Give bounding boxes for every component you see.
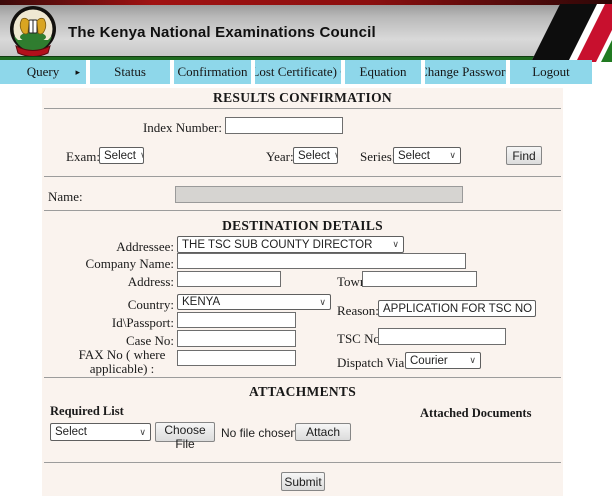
required-list-select-value: Select [55, 426, 87, 438]
case-no-input[interactable] [177, 330, 296, 347]
dispatch-via-select-value: Courier [410, 354, 448, 367]
series-select-value: Select [398, 149, 430, 162]
submenu-arrow-icon: ▸ [75, 67, 80, 77]
no-file-chosen-text: No file chosen [221, 426, 298, 440]
nav-confirmation-label: Confirmation [177, 64, 248, 79]
required-list-select[interactable]: Select ∨ [50, 423, 151, 441]
id-passport-label: Id\Passport: [111, 315, 174, 330]
divider [44, 176, 561, 177]
fax-no-input[interactable] [177, 350, 296, 366]
chevron-down-icon: ∨ [334, 150, 337, 161]
dispatch-via-label: Dispatch Via : [337, 355, 412, 370]
nav-change-password[interactable]: Change Password [425, 60, 506, 84]
nav-logout[interactable]: Logout [510, 60, 592, 84]
chevron-down-icon: ∨ [319, 296, 326, 307]
nav-status[interactable]: Status [90, 60, 170, 84]
addressee-select-value: THE TSC SUB COUNTY DIRECTOR [182, 238, 373, 251]
nav-status-label: Status [114, 64, 146, 79]
year-label: Year: [266, 149, 294, 164]
series-select[interactable]: Select ∨ [393, 147, 461, 164]
name-input [175, 186, 463, 203]
knec-logo [10, 6, 56, 57]
country-select-value: KENYA [182, 296, 221, 308]
reason-select[interactable]: APPLICATION FOR TSC NO ∨ [378, 300, 536, 317]
divider [44, 108, 561, 109]
results-confirmation-heading: RESULTS CONFIRMATION [213, 90, 392, 105]
nav-query-label: Query [26, 64, 60, 79]
submit-button[interactable]: Submit [281, 472, 325, 491]
addressee-label: Addressee: [116, 239, 174, 254]
address-label: Address: [127, 274, 174, 289]
exam-select[interactable]: Select ∨ [99, 147, 144, 164]
id-passport-input[interactable] [177, 312, 296, 328]
dispatch-via-select[interactable]: Courier ∨ [405, 352, 481, 369]
country-select[interactable]: KENYA ∨ [177, 294, 331, 310]
exam-label: Exam: [66, 149, 100, 164]
index-number-label: Index Number: [142, 120, 222, 135]
nav-change-password-label: Change Password [425, 64, 506, 79]
main-nav: Query ▸ Status Confirmation (Lost Certif… [0, 60, 612, 84]
reason-select-value: APPLICATION FOR TSC NO [383, 302, 533, 315]
reason-label: Reason: [337, 303, 379, 318]
nav-equation[interactable]: Equation [345, 60, 421, 84]
attach-button[interactable]: Attach [295, 423, 351, 441]
divider [44, 377, 561, 378]
nav-lost-certificate-label: (Lost Certificate) C [255, 64, 341, 79]
divider [44, 210, 561, 211]
addressee-select[interactable]: THE TSC SUB COUNTY DIRECTOR ∨ [177, 236, 404, 253]
fax-no-label: FAX No ( where applicable) : [78, 347, 166, 376]
nav-confirmation[interactable]: Confirmation [174, 60, 251, 84]
address-input[interactable] [177, 271, 281, 287]
chevron-down-icon: ∨ [449, 150, 456, 160]
country-label: Country: [127, 297, 174, 312]
kenya-flag-stripes [531, 4, 612, 62]
nav-lost-certificate[interactable]: (Lost Certificate) C [255, 60, 341, 84]
choose-file-button[interactable]: Choose File [155, 422, 215, 451]
company-name-label: Company Name: [85, 256, 174, 271]
chevron-down-icon: ∨ [139, 426, 146, 437]
destination-details-heading: DESTINATION DETAILS [222, 218, 383, 233]
series-label: Series: [360, 149, 396, 164]
company-name-input[interactable] [177, 253, 466, 269]
chevron-down-icon: ∨ [469, 355, 476, 365]
nav-logout-label: Logout [532, 64, 570, 79]
chevron-down-icon: ∨ [140, 150, 143, 161]
index-number-input[interactable] [225, 117, 343, 134]
tsc-no-label: TSC No: [337, 331, 384, 346]
page-title: The Kenya National Examinations Council [68, 24, 376, 41]
attachments-heading: ATTACHMENTS [248, 384, 357, 399]
chevron-down-icon: ∨ [392, 239, 399, 249]
nav-equation-label: Equation [359, 64, 407, 79]
attached-documents-label: Attached Documents [420, 406, 532, 420]
tsc-no-input[interactable] [378, 328, 506, 345]
results-confirmation-form: RESULTS CONFIRMATION Index Number: Exam:… [42, 88, 563, 496]
year-select[interactable]: Select ∨ [293, 147, 338, 164]
required-list-label: Required List [50, 404, 124, 418]
divider [44, 462, 561, 463]
exam-select-value: Select [104, 149, 136, 162]
town-input[interactable] [362, 271, 477, 287]
find-button[interactable]: Find [506, 146, 542, 165]
year-select-value: Select [298, 149, 330, 162]
nav-query[interactable]: Query ▸ [0, 60, 86, 84]
name-label: Name: [48, 189, 83, 204]
